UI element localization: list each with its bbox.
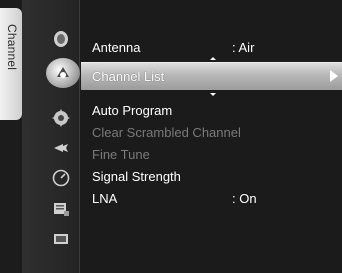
menu-item-label: Signal Strength [92, 169, 181, 184]
category-tab: Channel [0, 8, 22, 120]
channel-icon[interactable] [46, 58, 80, 88]
application-icon[interactable] [50, 167, 72, 189]
menu-item-label: Auto Program [92, 103, 173, 118]
picture-icon[interactable] [50, 28, 72, 50]
scroll-down-indicator-icon [210, 93, 216, 96]
menu-item-signal-strength[interactable]: Signal Strength [81, 165, 342, 187]
tv-osd-menu: Channel Antenna : Air Channel List Auto … [0, 0, 342, 273]
category-icon-column [22, 0, 80, 273]
menu-item-lna[interactable]: LNA : On [81, 187, 342, 209]
menu-item-auto-program[interactable]: Auto Program [81, 99, 342, 121]
menu-item-fine-tune: Fine Tune [81, 143, 342, 165]
menu-item-antenna[interactable]: Antenna : Air [81, 36, 342, 58]
menu-item-channel-list[interactable]: Channel List [81, 62, 342, 90]
channel-menu-panel: Antenna : Air Channel List Auto Program … [81, 0, 342, 273]
menu-item-clear-scrambled-channel: Clear Scrambled Channel [81, 121, 342, 143]
menu-item-label: Fine Tune [92, 147, 150, 162]
category-label: Channel [5, 24, 19, 71]
support-icon[interactable] [50, 198, 72, 220]
setup-icon[interactable] [50, 107, 72, 129]
menu-item-value: : On [232, 191, 257, 206]
submenu-arrow-icon [330, 70, 338, 82]
menu-item-label: Antenna [92, 40, 141, 55]
input-icon[interactable] [50, 137, 72, 159]
menu-item-label: LNA [92, 191, 118, 206]
scroll-up-indicator-icon [210, 57, 216, 60]
screen-icon[interactable] [50, 228, 72, 250]
menu-item-value: : Air [232, 40, 255, 55]
menu-item-label: Clear Scrambled Channel [92, 125, 241, 140]
menu-item-label: Channel List [92, 69, 165, 84]
